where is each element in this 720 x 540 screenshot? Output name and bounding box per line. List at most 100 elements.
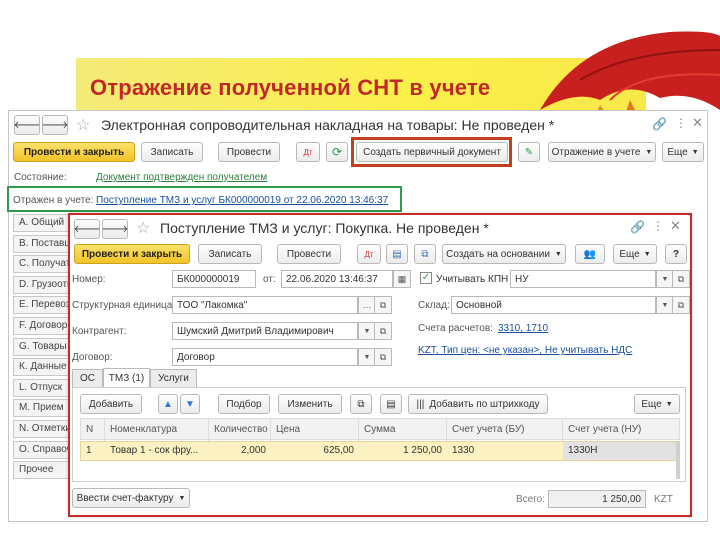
move-down-icon[interactable]: ▼ [180,394,200,414]
sidebar-item[interactable]: М. Прием [13,399,72,418]
col-account-nu[interactable]: Счет учета (НУ) [563,419,679,441]
sidebar-item[interactable]: С. Получатель [13,255,72,274]
unit-field[interactable]: ТОО "Лакомка" [172,296,358,314]
number-field[interactable]: БК000000019 [172,270,256,288]
sidebar-item[interactable]: Прочее [13,461,72,480]
tab-tmz[interactable]: ТМЗ (1) [103,368,150,388]
col-sum[interactable]: Сумма [359,419,447,441]
calendar-icon[interactable]: ▦ [393,270,411,288]
link-icon[interactable]: 🔗 [630,220,645,234]
sidebar-item[interactable]: D. Грузоотправ. [13,275,72,294]
favorite-star-icon[interactable]: ☆ [136,218,150,238]
back-button-2[interactable]: 🡐 [74,219,100,239]
dt-kt-icon[interactable]: Дт [296,142,320,162]
invoice-button[interactable]: Ввести счет-фактуру ▼ [72,488,190,508]
unit-label: Структурная единица: [72,300,176,311]
close-icon[interactable]: ✕ [670,218,681,234]
reflected-link[interactable]: Поступление ТМЗ и услуг БК000000019 от 2… [96,195,388,206]
menu-icon[interactable]: ⋮ [675,116,687,130]
contract-field[interactable]: Договор [172,348,358,366]
post-close-button[interactable]: Провести и закрыть [13,142,135,162]
dt-kt-icon[interactable]: Дт [357,244,381,264]
add-button[interactable]: Добавить [80,394,142,414]
contractor-label: Контрагент: [72,326,127,337]
move-up-icon[interactable]: ▲ [158,394,178,414]
create-primary-highlight [351,137,512,167]
contractor-field[interactable]: Шумский Дмитрий Владимирович [172,322,358,340]
col-price[interactable]: Цена [271,419,359,441]
menu-icon[interactable]: ⋮ [652,219,664,233]
post-button[interactable]: Провести [218,142,280,162]
sidebar-item[interactable]: А. Общий [13,214,72,232]
sidebar-item[interactable]: К. Данные [13,358,72,377]
save-button[interactable]: Записать [141,142,203,162]
table-row[interactable]: 1 Товар 1 - сок фру... 2,000 625,00 1 25… [80,441,680,461]
col-n[interactable]: N [81,419,105,441]
col-quantity[interactable]: Количество [209,419,271,441]
more-button[interactable]: Еще ▼ [662,142,704,162]
open-icon[interactable]: ⧉ [374,296,392,314]
col-nomenclature[interactable]: Номенклатура [105,419,209,441]
total-field: 1 250,00 [548,490,646,508]
kpn-select[interactable]: НУ [510,270,656,288]
reflect-label: Отражение в учете [551,146,641,158]
favorite-star-icon[interactable]: ☆ [76,115,90,135]
cell-account-bu: 1330 [452,445,475,456]
change-button[interactable]: Изменить [278,394,342,414]
edit-icon[interactable]: ✎ [518,142,540,162]
date-label: от: [263,274,276,285]
post-button-2[interactable]: Провести [277,244,341,264]
status-link[interactable]: Документ подтвержден получателем [96,172,267,183]
tab-services[interactable]: Услуги [150,369,197,388]
col-account-bu[interactable]: Счет учета (БУ) [447,419,563,441]
tab-os[interactable]: ОС [72,369,103,388]
open-icon[interactable]: ⧉ [672,270,690,288]
help-button[interactable]: ? [665,244,687,264]
number-label: Номер: [72,274,106,285]
open-icon[interactable]: ⧉ [374,348,392,366]
link-icon[interactable]: 🔗 [652,117,667,131]
sidebar-item[interactable]: О. Справочн. [13,440,72,459]
receipt-window-title: Поступление ТМЗ и услуг: Покупка. Не про… [160,220,489,236]
warehouse-field[interactable]: Основной [451,296,656,314]
table-more-button[interactable]: Еще ▼ [634,394,680,414]
forward-button[interactable]: 🡒 [42,115,68,135]
save-button-2[interactable]: Записать [198,244,262,264]
document-icon[interactable]: ▤ [386,244,408,264]
open-icon[interactable]: ⧉ [672,296,690,314]
table-scrollbar[interactable] [676,441,680,479]
sidebar-item[interactable]: G. Товары [13,337,72,356]
status-label: Состояние: [14,172,67,183]
sidebar-item[interactable]: Е. Перевозчик [13,296,72,315]
pick-button[interactable]: Подбор [218,394,270,414]
refresh-icon[interactable]: ⟳ [326,142,348,162]
snt-window-title: Электронная сопроводительная накладная н… [101,117,555,133]
copy-icon[interactable]: ⧉ [350,394,372,414]
post-close-button-2[interactable]: Провести и закрыть [74,244,190,264]
date-field[interactable]: 22.06.2020 13:46:37 [281,270,393,288]
create-based-button[interactable]: Создать на основании ▼ [442,244,566,264]
sidebar-item[interactable]: L. Отпуск [13,378,72,397]
more-button-2[interactable]: Еще ▼ [613,244,657,264]
open-icon[interactable]: ⧉ [374,322,392,340]
close-icon[interactable]: ✕ [692,115,703,131]
users-icon[interactable]: 👥 [575,244,605,264]
cell-quantity: 2,000 [240,445,266,456]
reflect-button[interactable]: Отражение в учете ▼ [548,142,656,162]
paste-icon[interactable]: ▤ [380,394,402,414]
sidebar-item[interactable]: F. Договор [13,317,72,335]
create-based-label: Создать на основании [446,248,550,260]
forward-button-2[interactable]: 🡒 [102,219,128,239]
price-info-link[interactable]: KZT, Тип цен: <не указан>, Не учитывать … [418,345,632,356]
barcode-icon: ||| [416,398,425,410]
kpn-checkbox[interactable]: ✓ [420,272,432,284]
sidebar-item[interactable]: В. Поставщик [13,234,72,253]
sidebar-item[interactable]: N. Отметки [13,420,72,438]
back-button[interactable]: 🡐 [14,115,40,135]
total-label: Всего: [516,494,545,505]
structure-icon[interactable]: ⧉ [414,244,436,264]
barcode-button[interactable]: ||| Добавить по штрихкоду [408,394,548,414]
accounts-link[interactable]: 3310, 1710 [498,323,548,334]
cell-n: 1 [86,445,92,456]
chevron-down-icon: ▼ [178,494,186,502]
